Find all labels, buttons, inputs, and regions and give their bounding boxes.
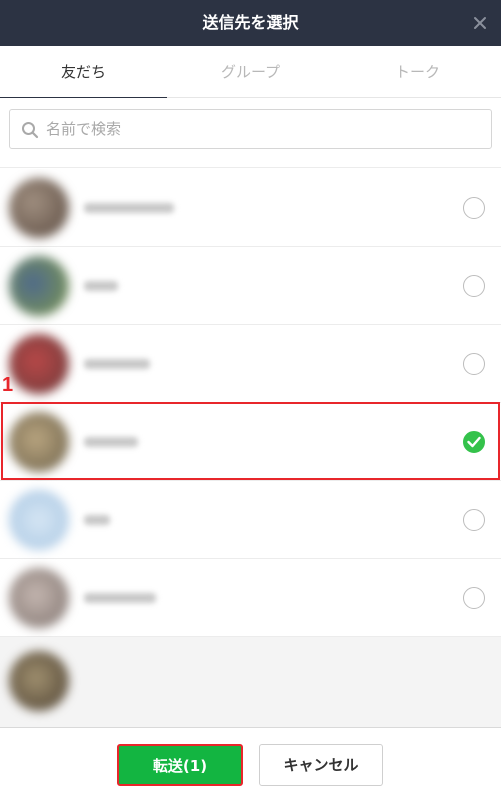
contact-name xyxy=(84,508,110,532)
select-radio[interactable] xyxy=(463,509,485,531)
dialog-footer: 転送(1) キャンセル xyxy=(0,727,501,800)
contact-row-selected[interactable] xyxy=(0,403,501,481)
tab-bar: 友だち グループ トーク xyxy=(0,46,501,99)
contact-row[interactable] xyxy=(0,559,501,637)
forward-button[interactable]: 転送(1) xyxy=(117,744,243,786)
avatar xyxy=(9,490,69,550)
dialog-header: 送信先を選択 xyxy=(0,0,501,46)
contact-row[interactable] xyxy=(0,247,501,325)
search-input[interactable] xyxy=(46,110,476,148)
avatar xyxy=(9,651,69,711)
contact-row[interactable] xyxy=(0,325,501,403)
contact-name xyxy=(84,352,150,376)
avatar xyxy=(9,256,69,316)
contact-row[interactable] xyxy=(0,637,501,727)
select-radio[interactable] xyxy=(463,275,485,297)
contact-list[interactable] xyxy=(0,169,501,727)
avatar xyxy=(9,178,69,238)
close-icon[interactable] xyxy=(471,14,489,32)
select-radio[interactable] xyxy=(463,353,485,375)
contact-name xyxy=(84,196,174,220)
step-1-label: 1 xyxy=(2,374,14,396)
divider xyxy=(0,160,501,168)
check-icon xyxy=(467,436,481,448)
tab-groups[interactable]: グループ xyxy=(167,46,334,98)
select-radio-checked[interactable] xyxy=(463,431,485,453)
avatar xyxy=(9,568,69,628)
select-radio[interactable] xyxy=(463,587,485,609)
cancel-button[interactable]: キャンセル xyxy=(259,744,383,786)
contact-name xyxy=(84,586,156,610)
contact-name xyxy=(84,274,118,298)
contact-row[interactable] xyxy=(0,169,501,247)
dialog-title: 送信先を選択 xyxy=(202,13,299,32)
contact-name xyxy=(84,430,138,454)
select-radio[interactable] xyxy=(463,197,485,219)
avatar xyxy=(9,334,69,394)
search-icon xyxy=(21,121,39,139)
search-box[interactable] xyxy=(9,109,492,149)
avatar xyxy=(9,412,69,472)
search-area xyxy=(0,98,501,160)
tab-friends[interactable]: 友だち xyxy=(0,46,167,99)
contact-row[interactable] xyxy=(0,481,501,559)
tab-chats[interactable]: トーク xyxy=(334,46,501,98)
